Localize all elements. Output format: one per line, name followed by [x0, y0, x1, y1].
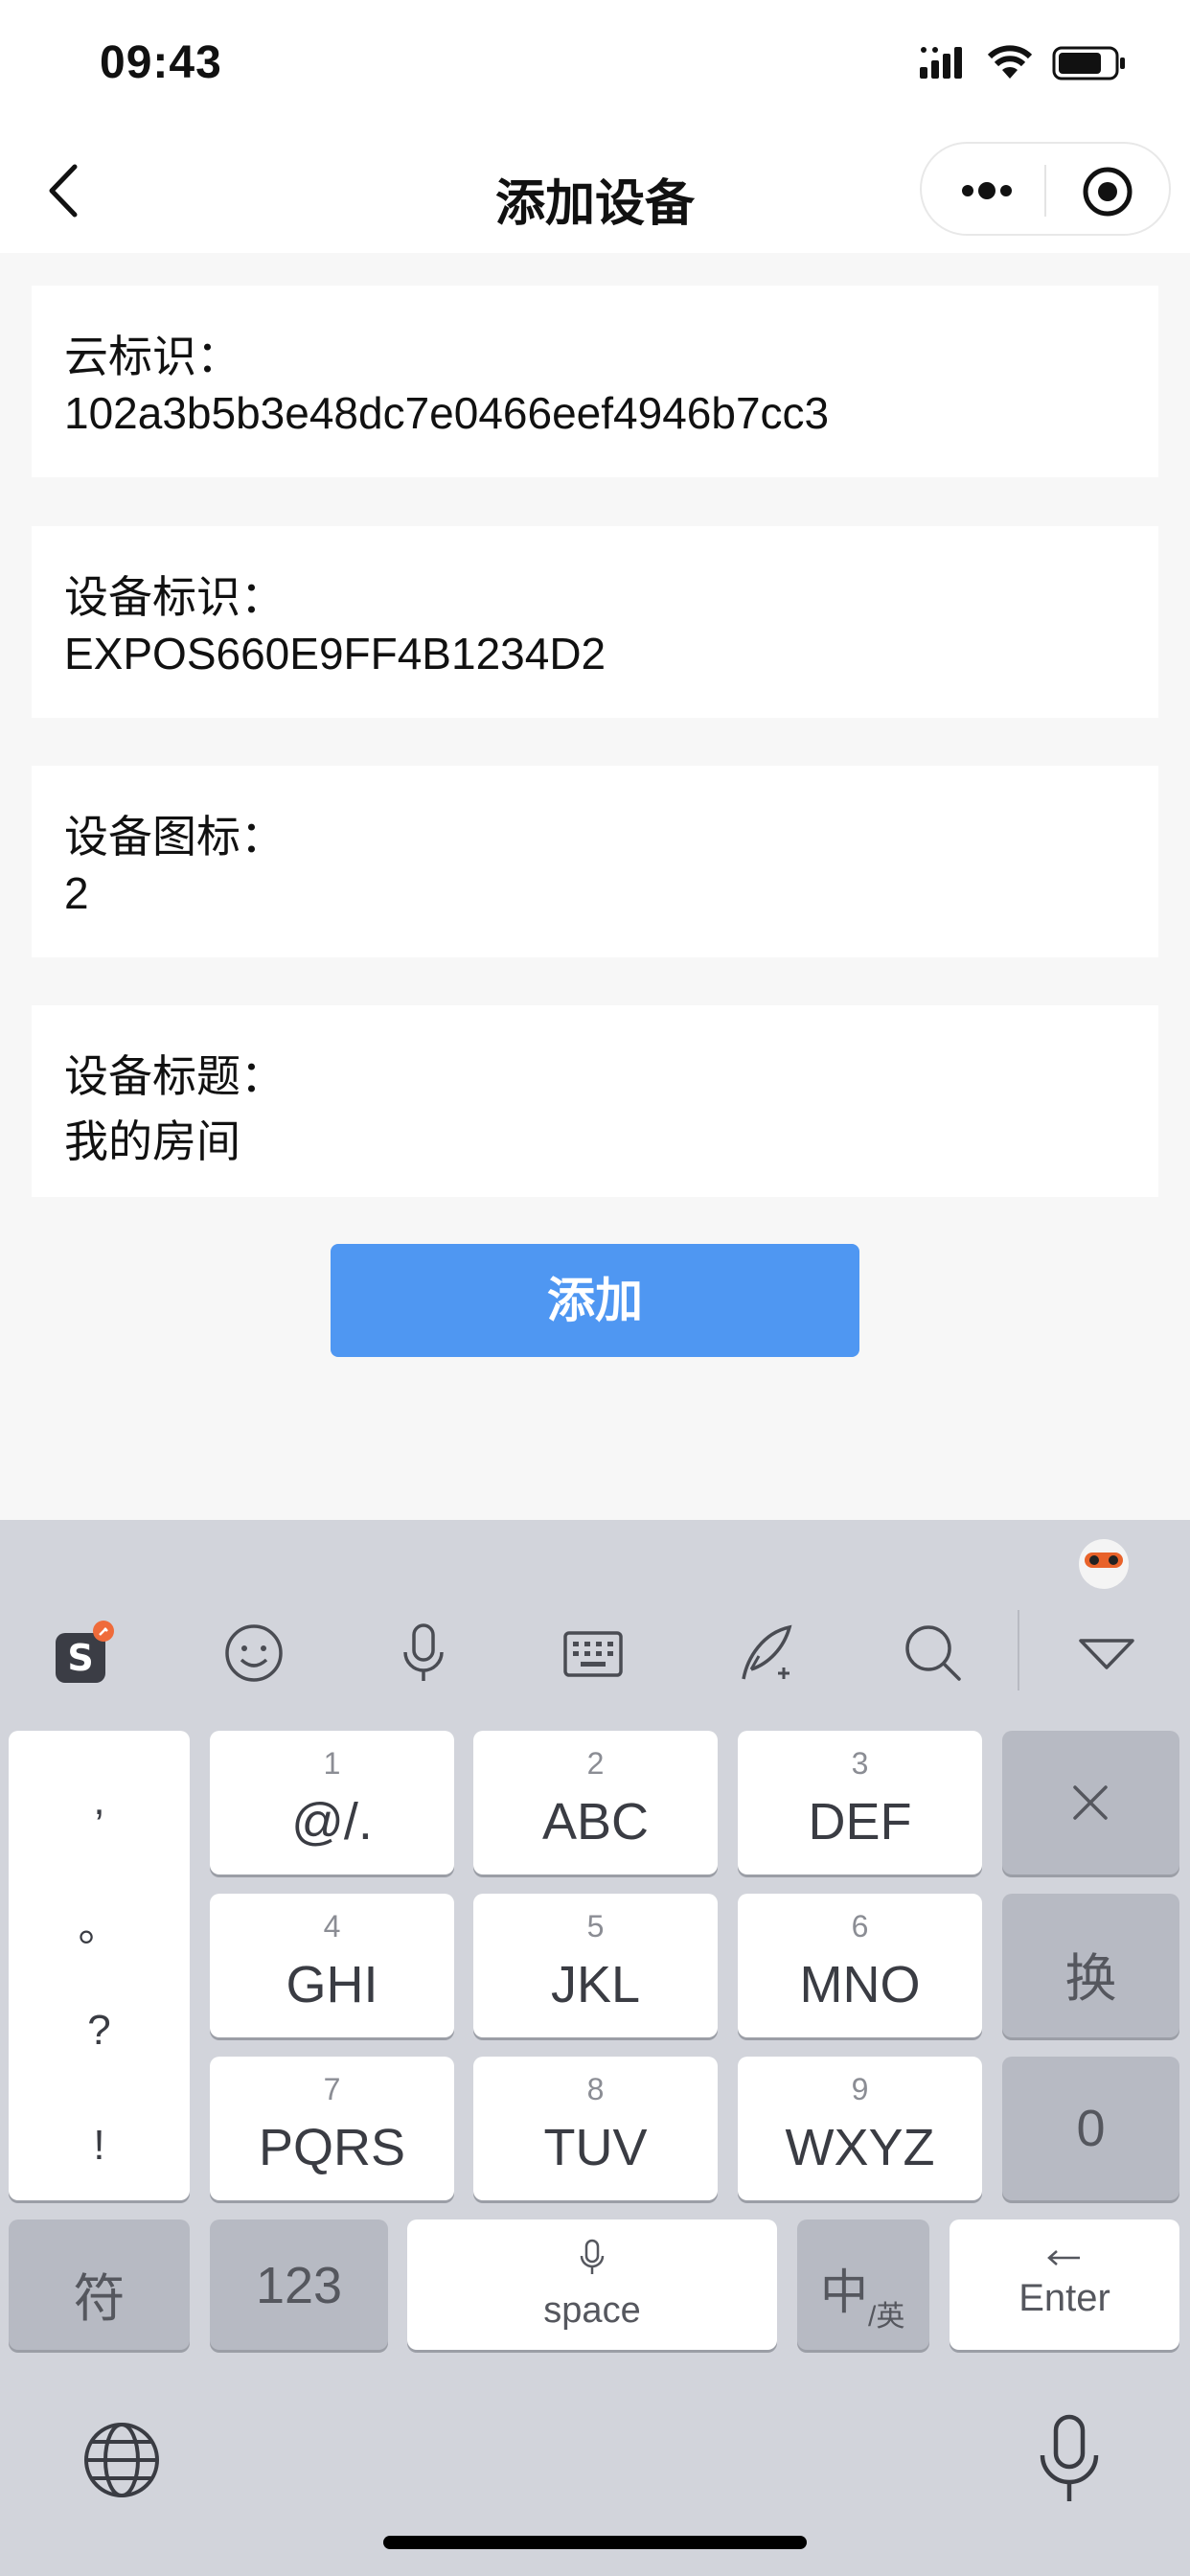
enter-label: Enter: [1018, 2277, 1110, 2319]
emoji-icon[interactable]: [220, 1620, 287, 1687]
field-label: 设备标识：: [64, 572, 285, 622]
punct-exclaim[interactable]: !: [9, 2122, 190, 2170]
status-bar: 09:43: [0, 0, 1190, 128]
punct-question[interactable]: ?: [9, 2007, 190, 2055]
device-title-field[interactable]: 设备标题： 我的房间: [32, 1005, 1158, 1197]
collapse-keyboard-icon[interactable]: [1073, 1620, 1140, 1687]
key-letters: MNO: [799, 1956, 921, 2013]
key-letters: JKL: [550, 1956, 641, 2013]
key-letters: @/.: [291, 1793, 373, 1851]
key-1[interactable]: 1 @/.: [210, 1731, 454, 1874]
status-time: 09:43: [100, 37, 222, 88]
field-label: 设备标题：: [64, 1051, 285, 1101]
key-5[interactable]: 5 JKL: [473, 1894, 718, 2037]
miniprogram-capsule: [920, 142, 1171, 236]
symbol-label: 符: [73, 2270, 126, 2328]
battery-icon: [1052, 46, 1125, 80]
field-label: 云标识：: [64, 332, 240, 381]
punctuation-list[interactable]: , 。 ? !: [9, 1731, 190, 2200]
add-button[interactable]: 添加: [331, 1244, 859, 1357]
key-letters: ABC: [541, 1793, 650, 1851]
key-number: 5: [586, 1909, 605, 1944]
keyboard-layout-icon[interactable]: [560, 1620, 627, 1687]
dictation-mic-icon[interactable]: [1035, 2413, 1104, 2505]
close-miniprogram-icon[interactable]: [1081, 165, 1134, 218]
device-id-field[interactable]: 设备标识： EXPOS660E9FF4B1234D2: [32, 526, 1158, 718]
key-9[interactable]: 9 WXYZ: [738, 2057, 982, 2200]
field-value: 我的房间: [64, 1116, 240, 1166]
cloud-id-field[interactable]: 云标识： 102a3b5b3e48dc7e0466eef4946b7cc3: [32, 286, 1158, 477]
field-value: 102a3b5b3e48dc7e0466eef4946b7cc3: [64, 388, 830, 438]
space-label: space: [543, 2290, 641, 2331]
key-number: 9: [851, 2072, 869, 2106]
key-letters: PQRS: [258, 2119, 406, 2176]
microphone-icon[interactable]: [390, 1620, 457, 1687]
switch-label: 换: [1064, 1950, 1117, 2008]
punct-period[interactable]: 。: [9, 1892, 190, 1953]
cellular-signal-icon: [920, 47, 962, 79]
number-label: 123: [255, 2257, 343, 2314]
key-letters: WXYZ: [785, 2119, 935, 2176]
toolbar-divider: [1018, 1610, 1019, 1690]
key-8[interactable]: 8 TUV: [473, 2057, 718, 2200]
delete-key[interactable]: [1002, 1731, 1179, 1874]
ime-mascot-icon[interactable]: [1073, 1531, 1134, 1593]
globe-icon[interactable]: [82, 2421, 161, 2499]
lang-sub-label: /英: [868, 2301, 905, 2333]
nav-bar: 添加设备: [0, 128, 1190, 253]
more-icon[interactable]: [958, 178, 1016, 203]
key-number: 4: [323, 1909, 341, 1944]
small-mic-icon: [580, 2239, 605, 2274]
field-value: 2: [64, 868, 89, 918]
lang-main-label: 中: [820, 2266, 868, 2319]
key-number: 2: [586, 1746, 605, 1781]
number-key[interactable]: 123: [210, 2220, 388, 2350]
key-number: 3: [851, 1746, 869, 1781]
punct-comma[interactable]: ,: [9, 1777, 190, 1825]
key-letters: GHI: [286, 1956, 378, 2013]
handwriting-icon[interactable]: [730, 1620, 797, 1687]
key-number: 8: [586, 2072, 605, 2106]
key-number: 1: [323, 1746, 341, 1781]
return-arrow-icon: [1047, 2250, 1080, 2266]
key-7[interactable]: 7 PQRS: [210, 2057, 454, 2200]
symbol-key[interactable]: 符: [9, 2220, 190, 2350]
key-letters: DEF: [808, 1793, 912, 1851]
switch-key[interactable]: 换: [1002, 1894, 1179, 2037]
key-4[interactable]: 4 GHI: [210, 1894, 454, 2037]
key-number: 7: [323, 2072, 341, 2106]
delete-x-icon: [1073, 1785, 1108, 1820]
enter-key[interactable]: Enter: [950, 2220, 1179, 2350]
key-3[interactable]: 3 DEF: [738, 1731, 982, 1874]
space-key[interactable]: space: [407, 2220, 777, 2350]
key-6[interactable]: 6 MNO: [738, 1894, 982, 2037]
language-key[interactable]: 中 /英: [797, 2220, 929, 2350]
field-value: EXPOS660E9FF4B1234D2: [64, 629, 606, 678]
capsule-divider: [1044, 165, 1046, 217]
key-letters: TUV: [543, 2119, 648, 2176]
device-icon-field[interactable]: 设备图标： 2: [32, 766, 1158, 957]
wifi-icon: [987, 45, 1033, 79]
home-indicator[interactable]: [383, 2536, 807, 2549]
key-number: 6: [851, 1909, 869, 1944]
svg-text:S: S: [67, 1637, 93, 1679]
key-2[interactable]: 2 ABC: [473, 1731, 718, 1874]
sogou-logo-icon[interactable]: S: [50, 1620, 117, 1687]
zero-label: 0: [1076, 2100, 1106, 2157]
field-label: 设备图标：: [64, 812, 285, 862]
zero-key[interactable]: 0: [1002, 2057, 1179, 2200]
search-icon[interactable]: [900, 1620, 967, 1687]
